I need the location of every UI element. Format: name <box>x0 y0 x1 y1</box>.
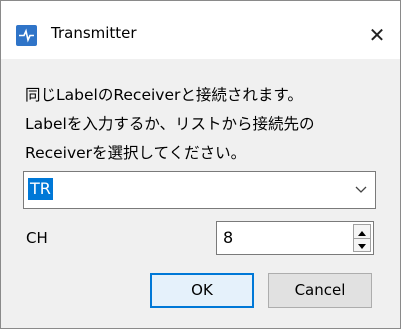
cancel-button[interactable]: Cancel <box>268 273 372 308</box>
instruction-text: 同じLabelのReceiverと接続されます。 Labelを入力するか、リスト… <box>25 86 315 162</box>
channel-value[interactable]: 8 <box>223 228 233 247</box>
triangle-down-icon <box>358 244 366 249</box>
receiver-label-combobox[interactable]: TR <box>23 171 376 209</box>
title-bar: Transmitter ✕ <box>1 1 400 59</box>
chevron-down-icon[interactable] <box>351 179 371 199</box>
receiver-label-value[interactable]: TR <box>28 178 53 200</box>
spin-down-button[interactable] <box>354 238 370 251</box>
transmitter-app-icon <box>16 25 37 46</box>
spin-up-button[interactable] <box>354 225 370 239</box>
transmitter-dialog: Transmitter ✕ 同じLabelのReceiverと接続されます。 L… <box>0 0 401 329</box>
close-icon: ✕ <box>368 23 386 47</box>
close-button[interactable]: ✕ <box>356 14 398 56</box>
channel-spinbox[interactable]: 8 <box>216 221 374 255</box>
ok-button[interactable]: OK <box>150 273 254 308</box>
channel-label: CH <box>26 229 48 247</box>
window-title: Transmitter <box>51 24 137 42</box>
channel-spin-buttons <box>353 224 371 252</box>
